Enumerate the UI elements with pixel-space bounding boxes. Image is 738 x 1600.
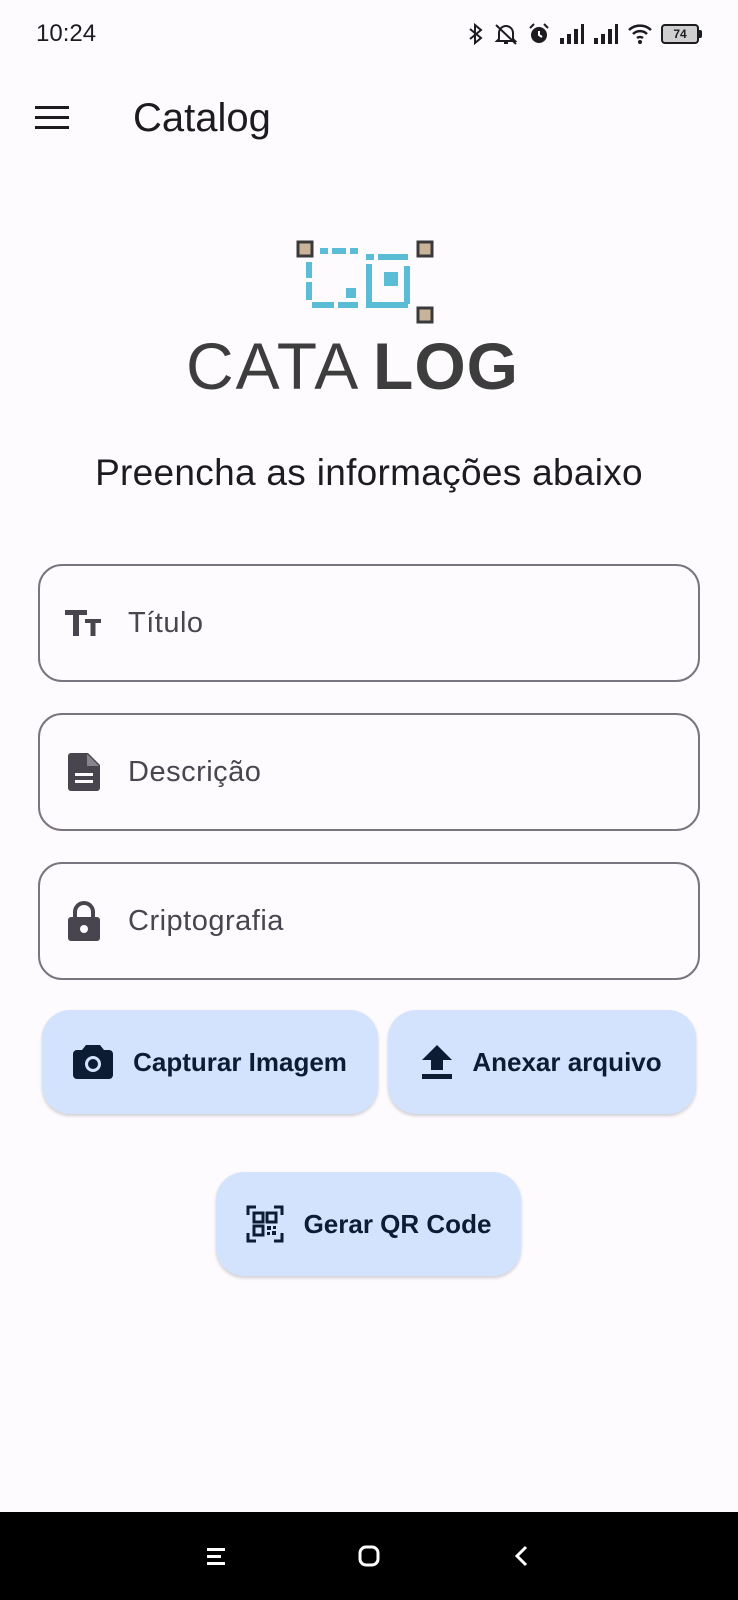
- signal-icon: [594, 24, 618, 44]
- back-button[interactable]: [500, 1534, 544, 1578]
- home-icon: [358, 1545, 380, 1567]
- status-icons: 74: [467, 22, 702, 46]
- bluetooth-icon: [469, 22, 483, 46]
- encryption-field[interactable]: [38, 862, 700, 980]
- app-bar: Catalog: [0, 68, 738, 168]
- logo-text-light: CATA: [186, 329, 360, 403]
- title-input[interactable]: [126, 605, 670, 641]
- generate-qr-label: Gerar QR Code: [303, 1208, 492, 1239]
- status-bar: 10:24 74: [0, 0, 738, 68]
- form-heading: Preencha as informações abaixo: [95, 452, 643, 493]
- status-time: 10:24: [36, 20, 97, 47]
- generate-qr-button[interactable]: Gerar QR Code: [216, 1172, 521, 1276]
- capture-image-label: Capturar Imagem: [133, 1046, 347, 1077]
- recents-icon: [207, 1548, 225, 1565]
- attach-file-button[interactable]: Anexar arquivo: [388, 1010, 696, 1114]
- menu-button[interactable]: [25, 90, 81, 146]
- alarm-icon: [529, 23, 549, 43]
- system-nav-bar: [0, 1512, 738, 1600]
- alarm-off-icon: [494, 24, 518, 45]
- description-input[interactable]: [126, 754, 670, 790]
- recents-button[interactable]: [194, 1534, 238, 1578]
- menu-icon: [35, 106, 69, 129]
- upload-icon: [422, 1045, 453, 1079]
- camera-icon: [73, 1045, 114, 1079]
- battery-icon: 74: [661, 24, 702, 44]
- battery-level: 74: [661, 24, 699, 44]
- document-icon: [64, 752, 104, 792]
- page-title: Catalog: [133, 95, 271, 140]
- wifi-icon: [628, 24, 652, 44]
- capture-image-button[interactable]: Capturar Imagem: [42, 1010, 378, 1114]
- qr-code-icon: [246, 1205, 284, 1243]
- description-field[interactable]: [38, 713, 700, 831]
- signal-icon: [560, 24, 584, 44]
- text-fields-icon: [64, 603, 104, 643]
- title-field[interactable]: [38, 564, 700, 682]
- catalog-logo: CATA LOG: [186, 240, 519, 403]
- logo-text-bold: LOG: [373, 329, 519, 403]
- back-icon: [514, 1545, 528, 1567]
- encryption-input[interactable]: [126, 903, 670, 939]
- attach-file-label: Anexar arquivo: [472, 1046, 662, 1077]
- home-button[interactable]: [347, 1534, 391, 1578]
- lock-icon: [64, 901, 104, 941]
